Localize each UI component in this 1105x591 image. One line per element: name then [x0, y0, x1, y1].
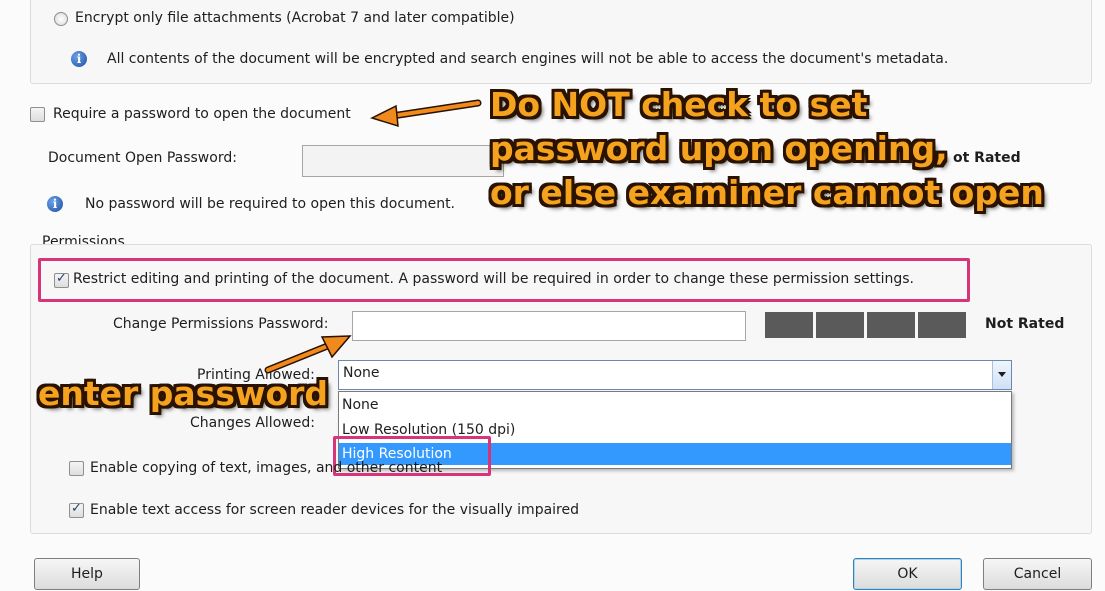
password-security-dialog: Encrypt only file attachments (Acrobat 7… [0, 0, 1105, 591]
annotation-enter-password: enter password [38, 374, 329, 413]
annotation-line-1: Do NOT check to set [490, 85, 868, 124]
annotation-line-3: or else examiner cannot open [490, 173, 1044, 212]
arrow-to-open-password-checkbox [369, 99, 482, 128]
annotation-line-2: password upon opening, [490, 129, 948, 168]
arrow-to-permissions-password [264, 335, 352, 374]
